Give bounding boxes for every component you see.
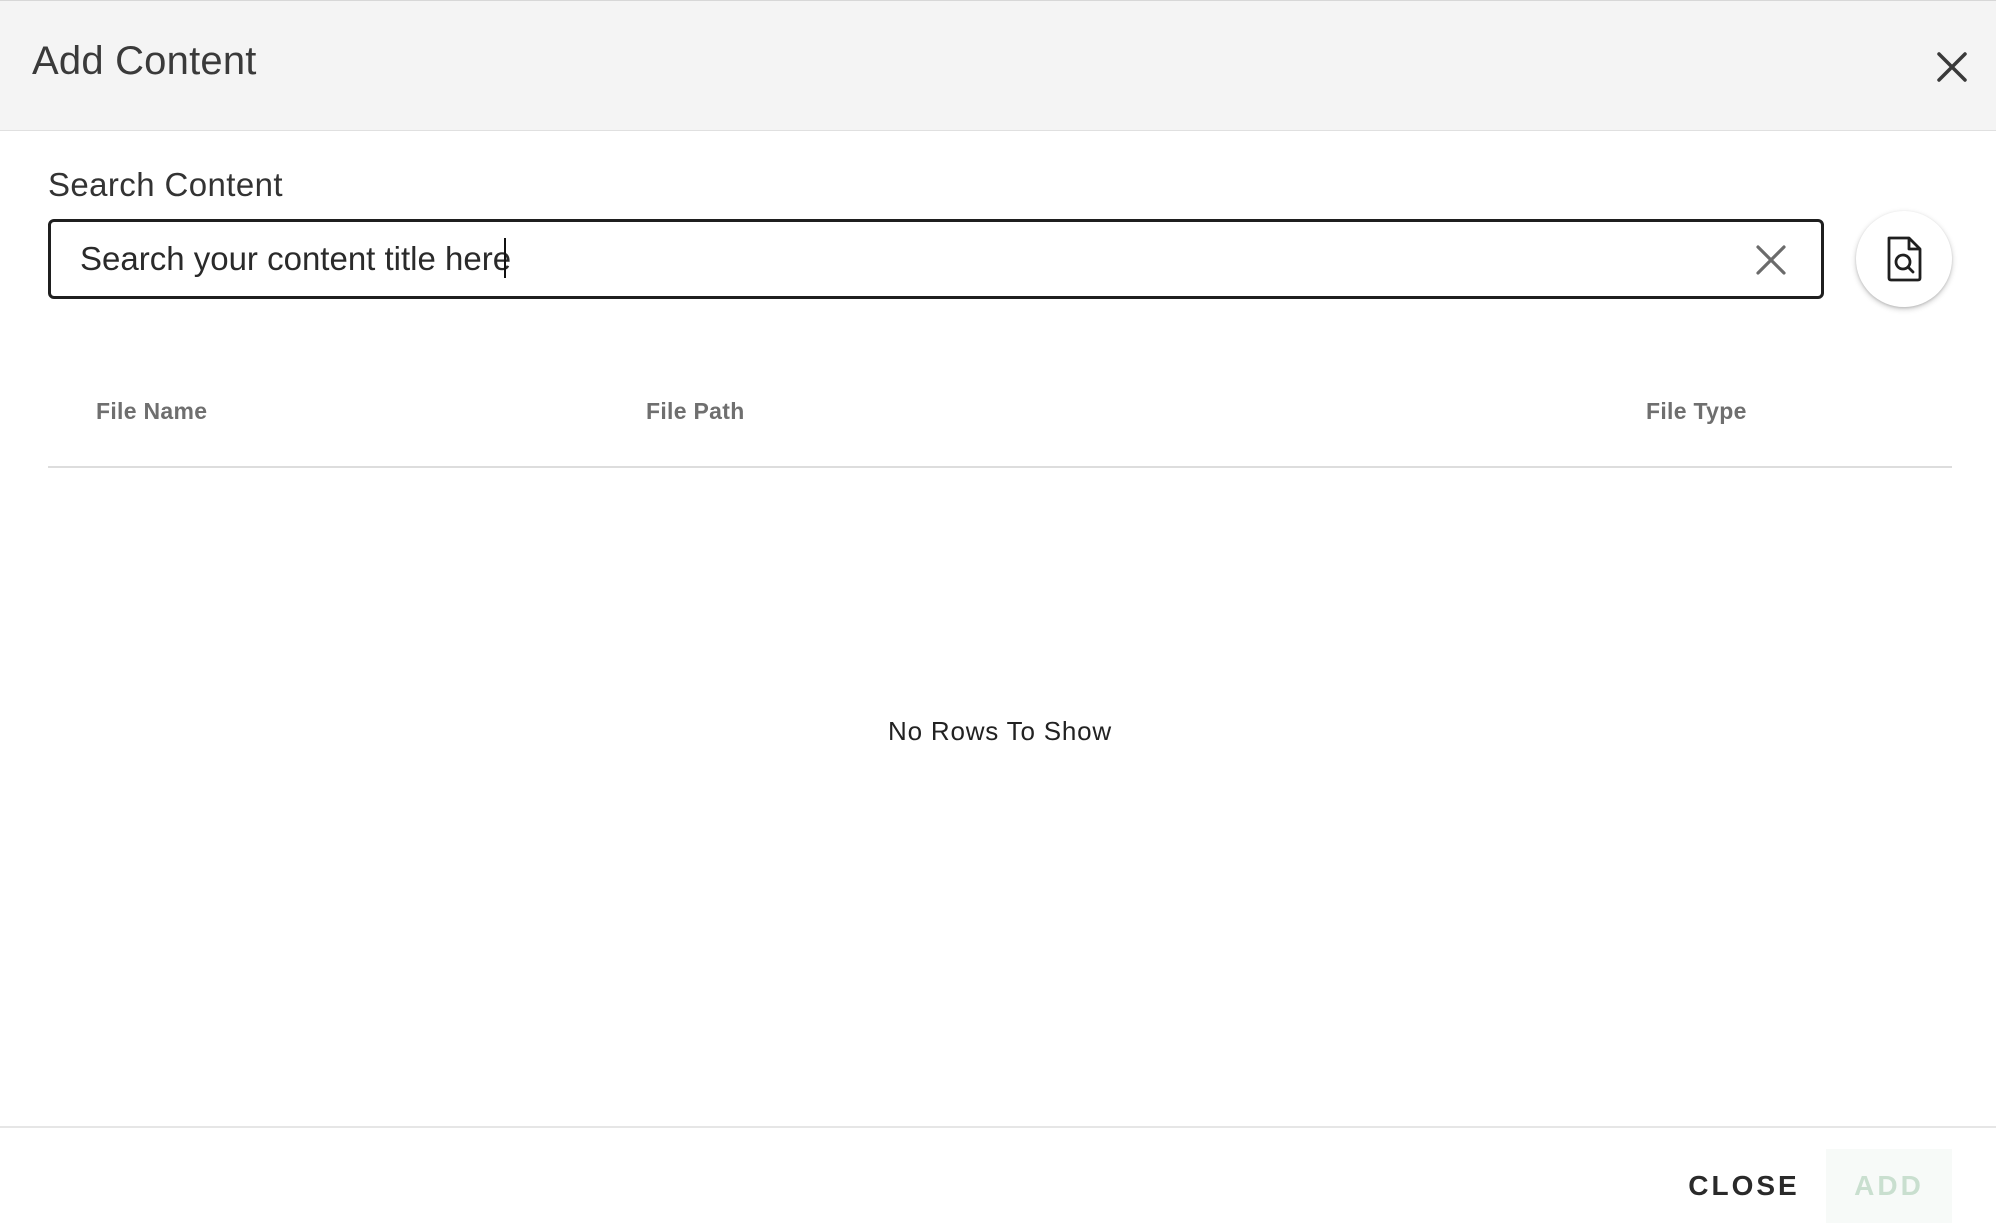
clear-icon: [1756, 245, 1786, 275]
search-box: [48, 219, 1824, 299]
dialog-close-button[interactable]: [1930, 45, 1974, 89]
close-button[interactable]: CLOSE: [1676, 1149, 1812, 1223]
file-search-icon: [1887, 236, 1922, 282]
search-input[interactable]: [80, 236, 1720, 282]
table-body: No Rows To Show: [48, 470, 1952, 1126]
dialog-title: Add Content: [32, 39, 257, 83]
column-header-file-type[interactable]: File Type: [1646, 398, 1747, 425]
dialog-header: Add Content: [0, 0, 1996, 131]
column-header-file-name[interactable]: File Name: [96, 398, 207, 425]
dialog-footer: CLOSE ADD: [0, 1126, 1996, 1228]
add-content-dialog: Add Content Search Content File Name: [0, 0, 1996, 1228]
text-caret: [504, 238, 506, 278]
close-icon: [1937, 52, 1967, 82]
search-label: Search Content: [48, 166, 283, 203]
file-search-button[interactable]: [1856, 211, 1952, 307]
search-clear-button[interactable]: [1753, 242, 1789, 278]
table-header: File Name File Path File Type: [48, 362, 1952, 468]
column-header-file-path[interactable]: File Path: [646, 398, 745, 425]
empty-table-message: No Rows To Show: [888, 716, 1112, 746]
add-button[interactable]: ADD: [1826, 1149, 1952, 1223]
